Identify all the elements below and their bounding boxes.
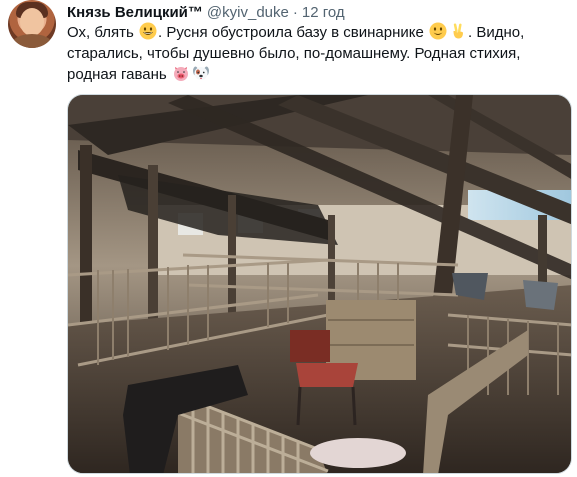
user-handle[interactable]: @kyiv_duke <box>207 4 289 21</box>
avatar[interactable] <box>8 0 56 48</box>
tweet-photo[interactable] <box>67 94 572 474</box>
grinning-face-emoji <box>139 22 157 40</box>
photo-pigsty-interior <box>68 95 571 473</box>
separator-dot: · <box>292 3 298 21</box>
victory-hand-emoji <box>453 23 464 39</box>
tweet[interactable]: Князь Велицкий™ @kyiv_duke · 12 год Ох, … <box>0 0 577 477</box>
tweet-header: Князь Велицкий™ @kyiv_duke · 12 год <box>67 2 345 22</box>
tweet-text: Ох, блять . Русня обустроила базу в свин… <box>67 22 572 85</box>
display-name[interactable]: Князь Велицкий™ <box>67 4 203 21</box>
tweet-text-part-2: . Русня обустроила базу в свинарнике <box>157 24 429 41</box>
timestamp[interactable]: 12 год <box>302 4 345 21</box>
avatar-face <box>20 8 44 36</box>
avatar-body <box>12 34 52 48</box>
dog-face-emoji <box>192 66 209 80</box>
tweet-text-part-1: Ох, блять <box>67 24 138 41</box>
slightly-smiling-face-emoji <box>429 22 447 40</box>
pig-face-emoji <box>173 67 188 81</box>
